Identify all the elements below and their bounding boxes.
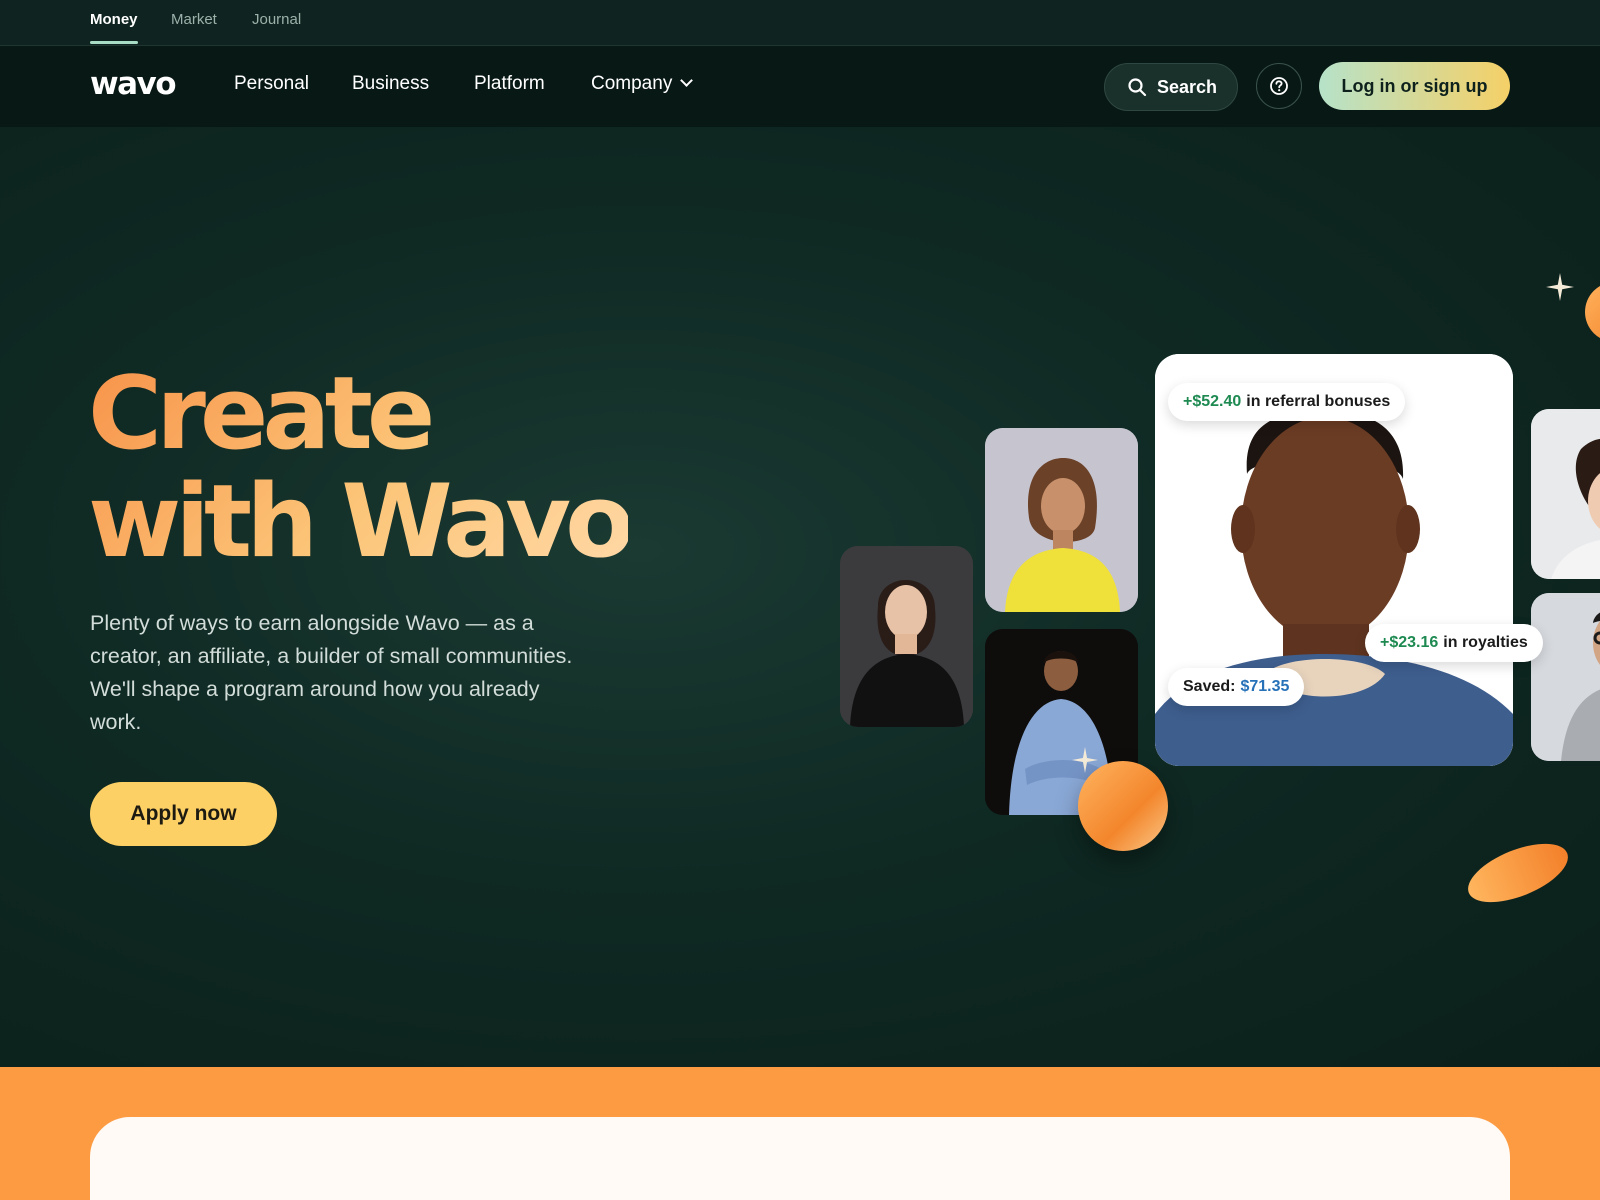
search-button-label: Search [1157, 76, 1218, 97]
creator-photo-woman-yellow [985, 428, 1138, 612]
saved-amount: $71.35 [1240, 678, 1290, 695]
royalties-badge: +$23.16 in royalties [1365, 624, 1543, 662]
chevron-down-icon [680, 74, 694, 87]
coin-decoration [1078, 761, 1168, 851]
top-tab-bar: Money Market Journal [0, 0, 1600, 46]
hero-title: Create with Wavo [88, 359, 628, 575]
login-signup-button[interactable]: Log in or sign up [1319, 62, 1510, 110]
tab-market[interactable]: Market [171, 0, 217, 44]
creator-photo-man-right [1531, 593, 1600, 761]
nav-company[interactable]: Company [591, 72, 694, 96]
content-card [90, 1117, 1510, 1200]
apply-now-button[interactable]: Apply now [90, 782, 277, 846]
hero-subtitle: Plenty of ways to earn alongside Wavo — … [90, 611, 573, 734]
coin-decoration [1585, 282, 1600, 342]
search-button[interactable]: Search [1104, 63, 1238, 111]
referral-bonus-text: in referral bonuses [1246, 393, 1391, 410]
orange-section [0, 1067, 1600, 1200]
royalties-amount: +$23.16 [1380, 634, 1439, 651]
saved-label: Saved: [1183, 678, 1236, 695]
sparkle-icon [1546, 273, 1574, 301]
nav-platform[interactable]: Platform [474, 72, 545, 96]
tab-money[interactable]: Money [90, 0, 138, 44]
royalties-text: in royalties [1443, 634, 1528, 651]
nav-personal[interactable]: Personal [234, 72, 309, 96]
nav-company-label: Company [591, 73, 673, 94]
search-icon [1128, 78, 1147, 97]
hero-section: Create with Wavo Plenty of ways to earn … [0, 127, 1600, 1067]
saved-badge: Saved: $71.35 [1168, 668, 1305, 706]
wavo-logo[interactable]: wavo [90, 66, 177, 102]
help-circle-icon [1270, 77, 1288, 95]
main-navbar: wavo Personal Business Platform Company … [0, 46, 1600, 127]
nav-business[interactable]: Business [352, 72, 429, 96]
referral-bonus-badge: +$52.40 in referral bonuses [1168, 383, 1406, 421]
oval-decoration [1460, 831, 1576, 915]
creator-photo-woman-right [1531, 409, 1600, 579]
tab-journal[interactable]: Journal [252, 0, 301, 44]
hero-title-line-2: with Wavo [88, 462, 629, 580]
sparkle-icon [1072, 747, 1098, 773]
creator-photo-woman-black [840, 546, 973, 727]
help-button[interactable] [1256, 63, 1302, 109]
hero-title-line-1: Create [88, 354, 430, 472]
referral-bonus-amount: +$52.40 [1183, 393, 1242, 410]
